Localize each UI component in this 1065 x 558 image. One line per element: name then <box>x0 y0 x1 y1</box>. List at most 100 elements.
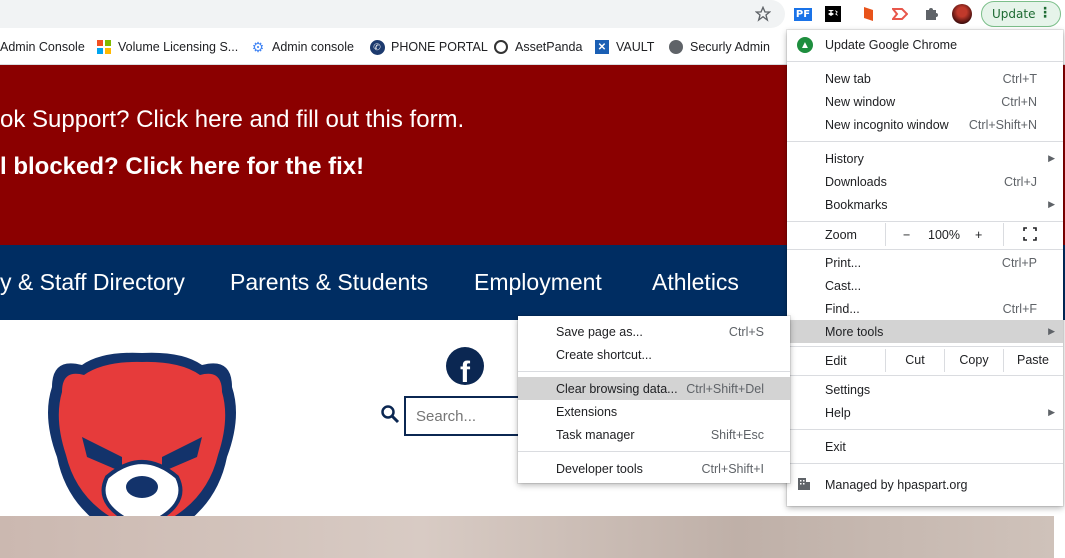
microsoft-logo-icon <box>96 39 112 55</box>
bookmark-label: Admin console <box>272 40 354 54</box>
bookmark-label: Admin Console <box>0 40 85 54</box>
nav-staff-directory[interactable]: y & Staff Directory <box>0 269 185 296</box>
menu-label: More tools <box>825 324 884 339</box>
nav-athletics[interactable]: Athletics <box>652 269 739 296</box>
menu-shortcut: Ctrl+Shift+Del <box>686 381 764 396</box>
bookmark-label: Securly Admin <box>690 40 770 54</box>
menu-help[interactable]: Help ▶ <box>787 401 1063 424</box>
menu-shortcut: Ctrl+P <box>1001 255 1037 270</box>
menu-exit[interactable]: Exit <box>787 435 1063 458</box>
bookmark-phone-portal[interactable]: ✆ PHONE PORTAL <box>369 38 488 56</box>
menu-update-chrome[interactable]: ▲ Update Google Chrome <box>787 33 1063 57</box>
submenu-clear-browsing-data[interactable]: Clear browsing data... Ctrl+Shift+Del <box>518 377 790 400</box>
bookmark-securly-admin[interactable]: Securly Admin <box>668 38 770 56</box>
menu-label: Edit <box>825 353 847 368</box>
chrome-main-menu: ▲ Update Google Chrome New tab Ctrl+T New… <box>787 30 1063 506</box>
menu-shortcut: Ctrl+T <box>1002 71 1037 86</box>
panda-icon <box>493 39 509 55</box>
fullscreen-icon[interactable] <box>1023 227 1037 244</box>
menu-label: Help <box>825 405 851 420</box>
menu-print[interactable]: Print... Ctrl+P <box>787 251 1063 274</box>
menu-new-window[interactable]: New window Ctrl+N <box>787 90 1063 113</box>
menu-label: Find... <box>825 301 860 316</box>
star-icon[interactable] <box>753 4 773 24</box>
menu-label: New window <box>825 94 896 109</box>
submenu-arrow-icon: ▶ <box>1048 326 1055 336</box>
menu-separator <box>787 463 1063 464</box>
menu-zoom-row: Zoom − 100% + <box>787 223 1063 246</box>
gym-photo <box>0 516 1054 558</box>
menu-new-incognito[interactable]: New incognito window Ctrl+Shift+N <box>787 113 1063 136</box>
phone-icon: ✆ <box>369 39 385 55</box>
menu-separator <box>518 371 790 372</box>
edit-cut-button[interactable]: Cut <box>885 349 944 372</box>
menu-label: Zoom <box>825 227 857 242</box>
menu-separator <box>787 221 1063 222</box>
bookmark-assetpanda[interactable]: AssetPanda <box>493 38 582 56</box>
bookmark-label: AssetPanda <box>515 40 583 54</box>
submenu-arrow-icon: ▶ <box>1048 199 1055 209</box>
menu-cast[interactable]: Cast... <box>787 274 1063 297</box>
menu-history[interactable]: History ▶ <box>787 147 1063 170</box>
menu-label: History <box>825 151 864 166</box>
office-extension-icon[interactable] <box>859 4 879 24</box>
menu-separator <box>518 451 790 452</box>
bookmark-vault[interactable]: ✕ VAULT <box>594 38 654 56</box>
vault-icon: ✕ <box>594 39 610 55</box>
bookmark-label: PHONE PORTAL <box>391 40 488 54</box>
menu-label: Task manager <box>556 427 635 442</box>
menu-new-tab[interactable]: New tab Ctrl+T <box>787 67 1063 90</box>
menu-separator <box>787 346 1063 347</box>
zoom-out-button[interactable]: − <box>903 228 910 242</box>
submenu-arrow-icon: ▶ <box>1048 407 1055 417</box>
browser-toolbar: PF Update ⋮ <box>0 0 1065 30</box>
menu-label: New tab <box>825 71 871 86</box>
menu-label: Managed by hpaspart.org <box>825 477 968 492</box>
menu-label: Create shortcut... <box>556 347 652 362</box>
nav-parents-students[interactable]: Parents & Students <box>230 269 428 296</box>
menu-shortcut: Ctrl+Shift+I <box>701 461 764 476</box>
menu-shortcut: Ctrl+Shift+N <box>968 117 1037 132</box>
edit-copy-button[interactable]: Copy <box>944 349 1003 372</box>
bookmark-volume-licensing[interactable]: Volume Licensing S... <box>96 38 238 56</box>
support-link[interactable]: ok Support? Click here and fill out this… <box>0 106 464 134</box>
dropbox-extension-icon[interactable] <box>823 4 843 24</box>
flag-extension-icon[interactable] <box>890 4 910 24</box>
address-bar[interactable] <box>0 0 785 28</box>
pf-extension-icon[interactable]: PF <box>793 4 813 24</box>
menu-shortcut: Shift+Esc <box>710 427 764 442</box>
menu-label: Print... <box>825 255 862 270</box>
menu-dots-icon[interactable]: ⋮ <box>1038 5 1052 21</box>
menu-settings[interactable]: Settings <box>787 378 1063 401</box>
menu-shortcut: Ctrl+N <box>1001 94 1037 109</box>
menu-label: Exit <box>825 439 846 454</box>
facebook-icon[interactable]: f <box>446 347 484 385</box>
submenu-create-shortcut[interactable]: Create shortcut... <box>518 343 790 366</box>
bear-logo <box>48 352 236 539</box>
submenu-task-manager[interactable]: Task manager Shift+Esc <box>518 423 790 446</box>
bookmark-admin-console[interactable]: Admin Console <box>0 38 85 56</box>
puzzle-extensions-icon[interactable] <box>921 4 941 24</box>
menu-separator <box>787 249 1063 250</box>
menu-more-tools[interactable]: More tools ▶ <box>787 320 1063 343</box>
menu-downloads[interactable]: Downloads Ctrl+J <box>787 170 1063 193</box>
profile-avatar[interactable] <box>952 4 972 24</box>
submenu-developer-tools[interactable]: Developer tools Ctrl+Shift+I <box>518 457 790 480</box>
update-button[interactable]: Update ⋮ <box>981 1 1061 27</box>
menu-find[interactable]: Find... Ctrl+F <box>787 297 1063 320</box>
submenu-save-page[interactable]: Save page as... Ctrl+S <box>518 320 790 343</box>
nav-employment[interactable]: Employment <box>474 269 602 296</box>
search-icon[interactable] <box>380 404 400 424</box>
menu-label: Save page as... <box>556 324 643 339</box>
bookmark-google-admin[interactable]: ⚙ Admin console <box>250 38 354 56</box>
menu-bookmarks[interactable]: Bookmarks ▶ <box>787 193 1063 216</box>
menu-managed-by[interactable]: Managed by hpaspart.org <box>787 473 1063 496</box>
bookmark-label: VAULT <box>616 40 655 54</box>
zoom-in-button[interactable]: + <box>975 228 982 242</box>
menu-label: Update Google Chrome <box>825 38 958 52</box>
blocked-fix-link[interactable]: l blocked? Click here for the fix! <box>0 153 364 181</box>
submenu-extensions[interactable]: Extensions <box>518 400 790 423</box>
gear-icon: ⚙ <box>251 38 265 55</box>
building-icon <box>797 477 811 494</box>
edit-paste-button[interactable]: Paste <box>1003 349 1062 372</box>
